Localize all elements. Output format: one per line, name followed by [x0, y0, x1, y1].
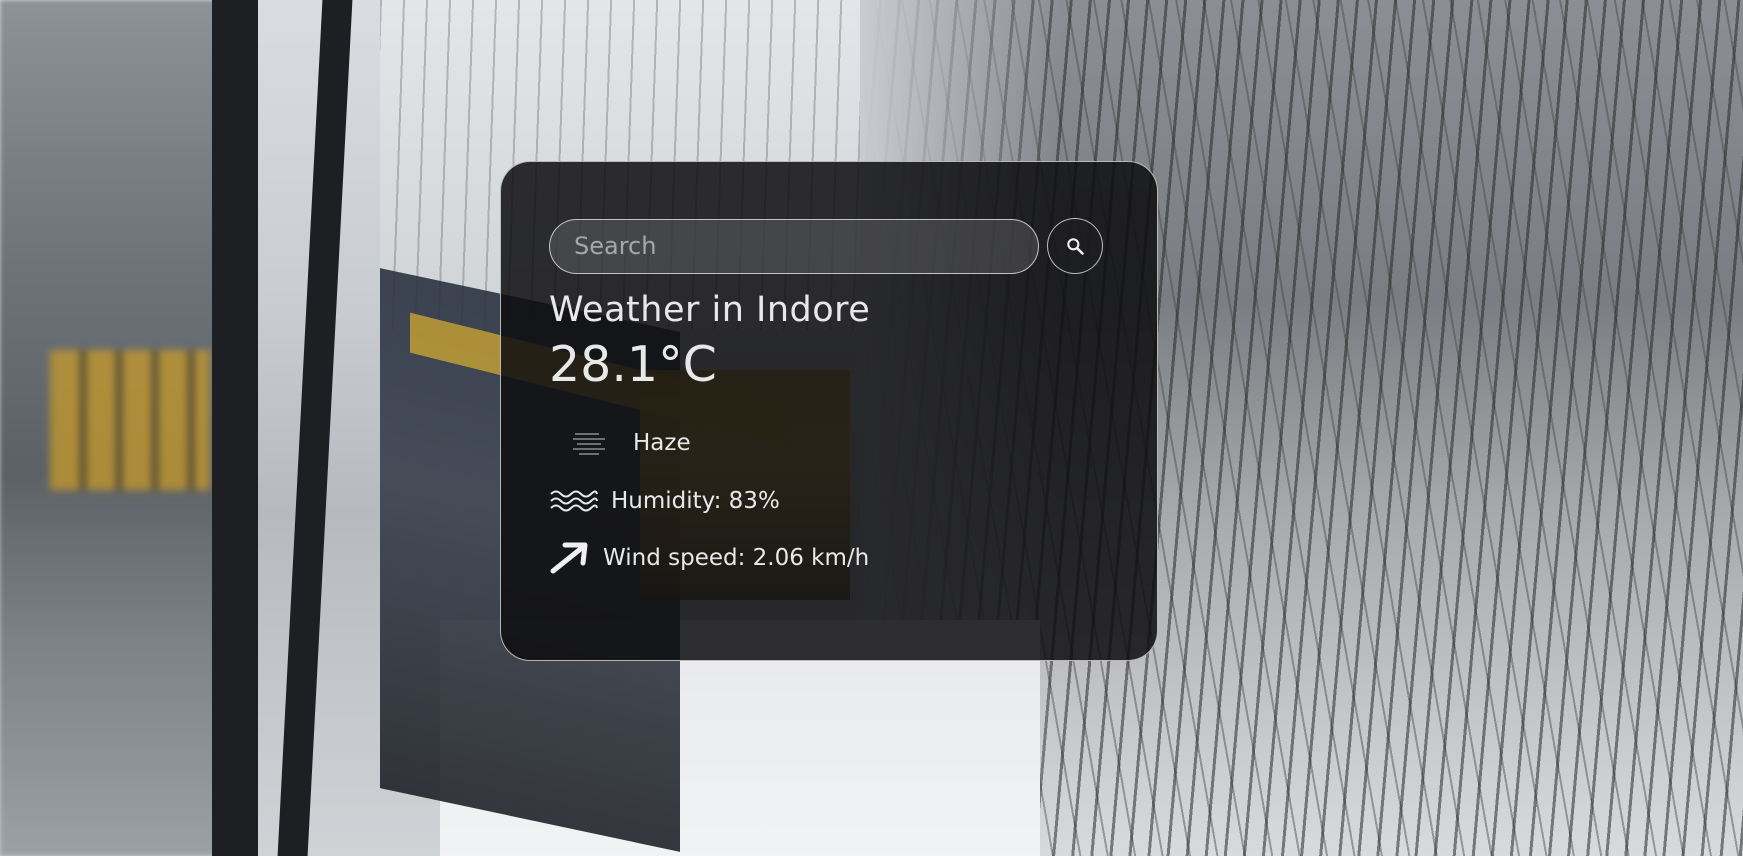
weather-card: Weather in Indore 28.1°C Haze Humidity: … [500, 161, 1158, 661]
humidity-text: Humidity: 83% [611, 488, 780, 515]
search-input[interactable] [549, 218, 1039, 274]
humidity-row: Humidity: 83% [549, 487, 1109, 515]
search-icon [1065, 236, 1085, 256]
haze-icon [557, 423, 621, 463]
background-window-frame [277, 0, 353, 856]
temperature: 28.1°C [549, 336, 717, 394]
background-reflection-yellow [50, 350, 210, 490]
description-text: Haze [633, 430, 691, 457]
wind-row: Wind speed: 2.06 km/h [549, 541, 1109, 575]
city-title: Weather in Indore [549, 290, 871, 330]
search-bar [549, 218, 1109, 274]
humidity-waves-icon [549, 487, 599, 515]
wind-arrow-icon [549, 541, 589, 575]
wind-text: Wind speed: 2.06 km/h [603, 545, 870, 572]
background-window-frame [212, 0, 258, 856]
search-button[interactable] [1047, 218, 1103, 274]
weather-description: Haze [549, 423, 1109, 463]
